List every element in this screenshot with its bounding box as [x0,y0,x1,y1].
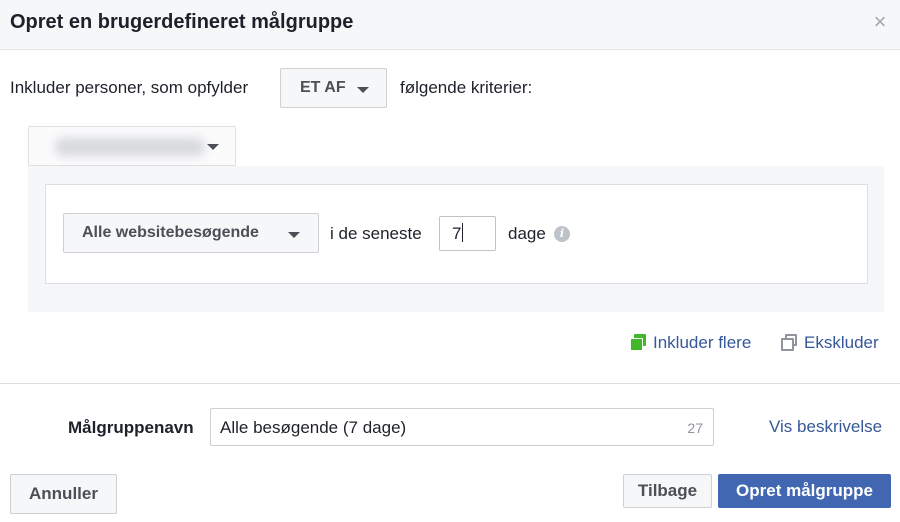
audience-name-label: Målgruppenavn [68,418,194,437]
back-button[interactable]: Tilbage [623,474,712,508]
audience-name-input[interactable]: Alle besøgende (7 dage) 27 [210,408,714,446]
create-custom-audience-dialog: Opret en brugerdefineret målgruppe × Ink… [0,0,900,522]
source-dropdown-blurred-value [55,138,205,156]
audience-type-dropdown[interactable]: Alle websitebesøgende [63,213,319,253]
cancel-button[interactable]: Annuller [10,474,117,514]
include-copy-icon [630,334,648,352]
audience-name-value: Alle besøgende (7 dage) [220,418,407,437]
chevron-down-icon [207,144,219,150]
include-more-link[interactable]: Inkluder flere [630,333,751,353]
include-more-label: Inkluder flere [653,333,752,352]
exclude-copy-icon [781,334,799,352]
days-input[interactable]: 7 [439,216,496,251]
chevron-down-icon [357,87,369,93]
include-criteria-suffix: følgende kriterier: [400,78,533,97]
audience-type-label: Alle websitebesøgende [82,224,259,241]
exclude-link[interactable]: Ekskluder [781,333,879,353]
create-audience-button[interactable]: Opret målgruppe [718,474,891,508]
match-type-dropdown[interactable]: ET AF [280,68,387,108]
source-dropdown[interactable] [28,126,236,166]
character-count: 27 [687,420,703,436]
text-cursor [462,223,464,242]
days-label: dage [508,224,546,243]
close-icon[interactable]: × [870,10,890,34]
dialog-title: Opret en brugerdefineret målgruppe [10,11,354,33]
in-last-label: i de seneste [330,224,422,243]
include-criteria-prefix: Inkluder personer, som opfylder [10,78,249,97]
days-input-value: 7 [452,224,462,243]
exclude-label: Ekskluder [804,333,879,352]
match-type-label: ET AF [300,79,346,96]
chevron-down-icon [288,232,300,238]
info-icon[interactable]: i [554,226,570,242]
section-divider [0,383,900,384]
show-description-link[interactable]: Vis beskrivelse [769,417,882,437]
dialog-header: Opret en brugerdefineret målgruppe × [0,0,900,50]
